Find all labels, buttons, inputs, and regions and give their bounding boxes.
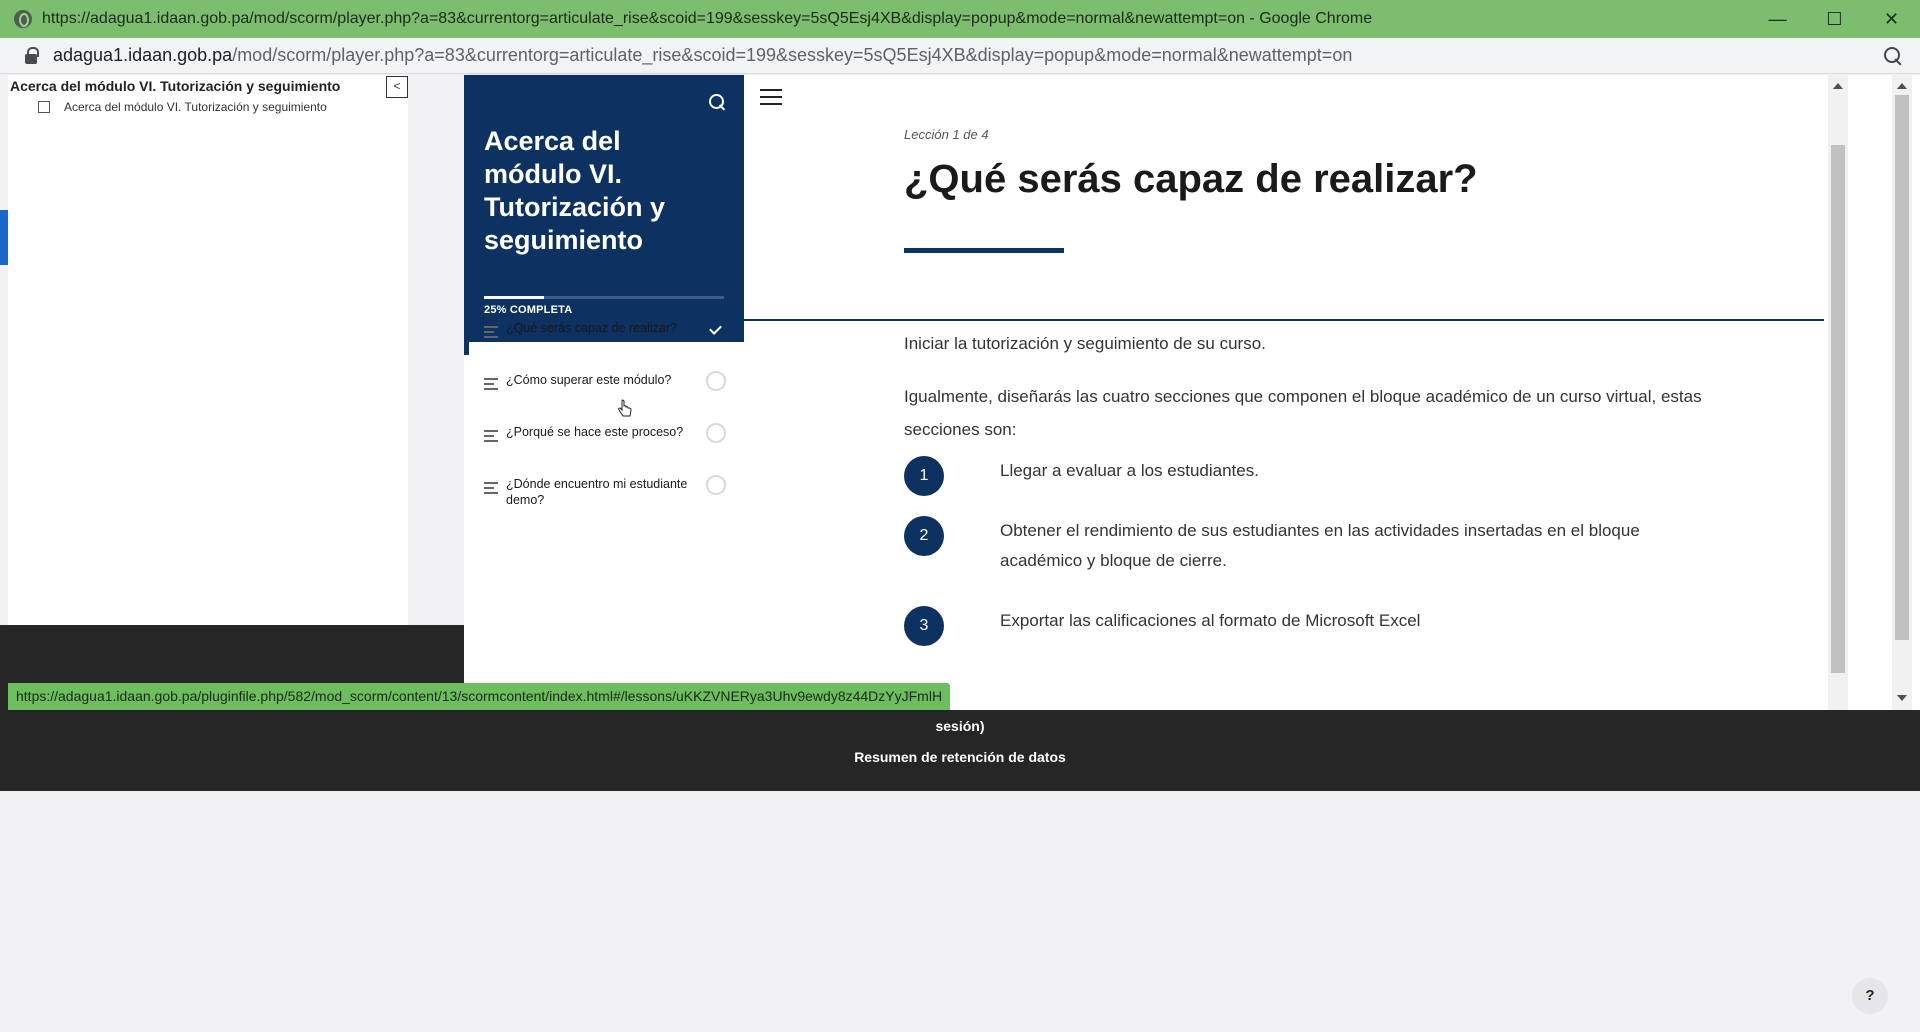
item-text: Obtener el rendimiento de sus estudiante… (1000, 521, 1640, 570)
scroll-down-arrow-icon[interactable] (1897, 695, 1907, 701)
help-button[interactable]: ? (1852, 978, 1888, 1014)
window-controls: — ☐ ✕ (1749, 0, 1920, 38)
lesson-item-1[interactable]: ¿Qué serás capaz de realizar? (464, 303, 744, 355)
footer-data-retention-link[interactable]: Resumen de retención de datos (0, 749, 1920, 765)
search-icon[interactable] (708, 93, 728, 113)
lesson-title[interactable]: ¿Cómo superar este módulo? (506, 372, 696, 388)
page-accent-edge (0, 210, 8, 265)
scroll-up-arrow-icon[interactable] (1833, 83, 1843, 89)
heading-underline (904, 248, 1064, 253)
scrollbar-thumb[interactable] (1895, 95, 1909, 640)
content-scrollbar[interactable] (1828, 75, 1848, 710)
item-number-badge: 1 (904, 456, 944, 496)
url-path: /mod/scorm/player.php?a=83&currentorg=ar… (232, 45, 1353, 65)
course-header: Acerca del módulo VI. Tutorización y seg… (464, 75, 744, 342)
status-circle-icon (706, 371, 726, 391)
lesson-item-2[interactable]: ¿Cómo superar este módulo? (464, 355, 744, 393)
menu-icon[interactable] (760, 89, 782, 105)
item-text: Exportar las calificaciones al formato d… (1000, 611, 1421, 630)
toc-item-label[interactable]: Acerca del módulo VI. Tutorización y seg… (64, 100, 327, 114)
lesson-title[interactable]: ¿Qué serás capaz de realizar? (506, 320, 696, 336)
lesson-content: Lección 1 de 4 ¿Qué serás capaz de reali… (744, 75, 1904, 710)
frame-scrollbar[interactable] (1892, 75, 1912, 710)
hand-cursor-icon (618, 399, 632, 417)
status-circle-icon (706, 423, 726, 443)
window-title: https://adagua1.idaan.gob.pa/mod/scorm/p… (42, 10, 1373, 27)
course-sidebar: Acerca del módulo VI. Tutorización y seg… (464, 75, 744, 710)
course-progress-bar (484, 296, 724, 299)
lesson-lines-icon (484, 430, 498, 445)
lesson-item-4[interactable]: ¿Dónde encuentro mi estudiante demo? (464, 459, 744, 508)
minimize-button[interactable]: — (1749, 0, 1806, 38)
scrollbar-thumb[interactable] (1831, 145, 1845, 673)
toc-item[interactable]: Acerca del módulo VI. Tutorización y seg… (38, 98, 388, 116)
course-progress-fill (484, 296, 544, 299)
zoom-icon[interactable] (1882, 45, 1904, 67)
url-text[interactable]: adagua1.idaan.gob.pa/mod/scorm/player.ph… (53, 45, 1352, 66)
lesson-lines-icon (484, 326, 498, 341)
window-titlebar: https://adagua1.idaan.gob.pa/mod/scorm/p… (0, 0, 1920, 38)
globe-icon (14, 10, 32, 28)
active-lesson-indicator (464, 303, 469, 355)
paragraph-intro: Iniciar la tutorización y seguimiento de… (904, 334, 1266, 353)
status-circle-icon (706, 475, 726, 495)
footer-session-text: sesión) (935, 718, 985, 734)
lesson-heading: ¿Qué serás capaz de realizar? (904, 157, 1478, 201)
toc-title: Acerca del módulo VI. Tutorización y seg… (10, 78, 341, 94)
lesson-title[interactable]: ¿Porqué se hace este proceso? (506, 424, 696, 440)
lesson-title[interactable]: ¿Dónde encuentro mi estudiante demo? (506, 476, 696, 508)
link-status-bubble: https://adagua1.idaan.gob.pa/pluginfile.… (8, 683, 951, 710)
lock-icon[interactable] (25, 46, 39, 64)
scorm-toc: Acerca del módulo VI. Tutorización y seg… (8, 75, 408, 695)
item-number-badge: 3 (904, 606, 944, 646)
check-complete-icon (706, 319, 726, 339)
paragraph-sections: Igualmente, diseñarás las cuatro seccion… (904, 387, 1702, 439)
header-divider (744, 319, 1824, 321)
lesson-lines-icon (484, 482, 498, 497)
lesson-item-3[interactable]: ¿Porqué se hace este proceso? (464, 407, 744, 445)
item-number-badge: 2 (904, 516, 944, 556)
url-host: adagua1.idaan.gob.pa (53, 45, 233, 65)
scroll-up-arrow-icon[interactable] (1897, 83, 1907, 89)
item-text: Llegar a evaluar a los estudiantes. (1000, 461, 1259, 480)
lesson-counter: Lección 1 de 4 (904, 127, 989, 142)
course-title: Acerca del módulo VI. Tutorización y seg… (484, 126, 666, 255)
toc-collapse-button[interactable]: < (386, 76, 408, 98)
lesson-lines-icon (484, 378, 498, 393)
maximize-button[interactable]: ☐ (1806, 0, 1863, 38)
address-bar[interactable]: adagua1.idaan.gob.pa/mod/scorm/player.ph… (0, 38, 1920, 74)
close-button[interactable]: ✕ (1863, 0, 1920, 38)
toc-item-checkbox[interactable] (38, 101, 50, 113)
rise-player: Acerca del módulo VI. Tutorización y seg… (464, 75, 1920, 710)
